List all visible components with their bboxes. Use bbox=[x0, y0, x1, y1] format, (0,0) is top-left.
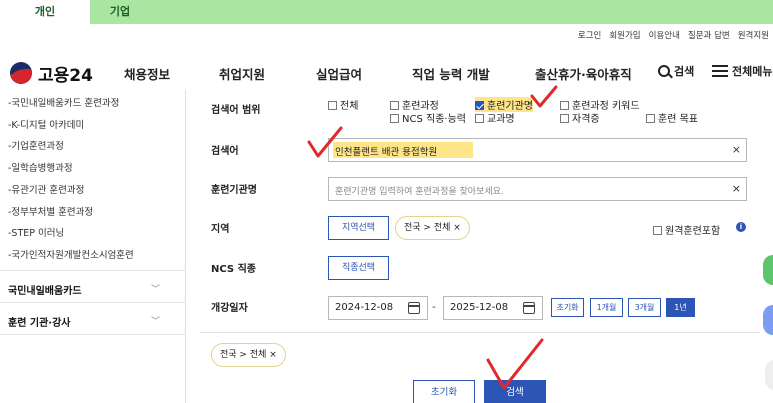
sidebar-item[interactable]: -정부부처별 훈련과정 bbox=[8, 204, 93, 218]
sidebar-section-card[interactable]: 국민내일배움카드 ﹀ bbox=[8, 282, 160, 297]
site-logo[interactable]: 고용24 bbox=[10, 60, 100, 86]
selected-condition-chip[interactable]: 전국 > 전체 × bbox=[211, 343, 286, 367]
logo-text: 고용24 bbox=[38, 66, 93, 86]
region-label: 지역 bbox=[211, 224, 230, 235]
checkbox-label: 원격훈련포함 bbox=[665, 226, 721, 237]
signup-link[interactable]: 회원가입 bbox=[609, 31, 640, 41]
checkbox[interactable] bbox=[390, 114, 399, 123]
checkbox-label: 자격증 bbox=[572, 114, 600, 125]
checkbox[interactable] bbox=[646, 114, 655, 123]
checkbox[interactable] bbox=[328, 101, 337, 110]
period-3month-button[interactable]: 3개월 bbox=[628, 298, 661, 317]
sidebar-item[interactable]: -일학습병행과정 bbox=[8, 160, 73, 174]
reset-button[interactable]: 초기화 bbox=[413, 380, 475, 403]
checkbox[interactable] bbox=[560, 114, 569, 123]
checkbox-label: 교과명 bbox=[487, 114, 515, 125]
period-1year-button[interactable]: 1년 bbox=[666, 298, 695, 317]
sidebar-section-label: 훈련 기관·강사 bbox=[8, 318, 71, 329]
start-date-value: 2024-12-08 bbox=[335, 302, 394, 313]
sidebar-section-label: 국민내일배움카드 bbox=[8, 286, 82, 297]
floating-widget[interactable] bbox=[763, 255, 773, 285]
scope-label: 검색어 범위 bbox=[211, 105, 261, 116]
floating-widget[interactable] bbox=[763, 305, 773, 335]
date-separator: - bbox=[432, 300, 436, 313]
checkbox[interactable] bbox=[475, 114, 484, 123]
remote-training-option[interactable]: 원격훈련포함 bbox=[653, 222, 720, 237]
sidebar-item[interactable]: -유관기관 훈련과정 bbox=[8, 182, 84, 196]
sidebar-item[interactable]: -국가인적자원개발컨소시엄훈련 bbox=[8, 247, 134, 261]
calendar-icon[interactable] bbox=[523, 302, 535, 314]
calendar-icon[interactable] bbox=[408, 302, 420, 314]
nav-unemployment-benefit[interactable]: 실업급여 bbox=[316, 64, 362, 83]
nav-skills-development[interactable]: 직업 능력 개발 bbox=[412, 64, 490, 83]
keyword-value: 인천플랜트 배관 용접학원 bbox=[335, 147, 438, 158]
sidebar-divider bbox=[0, 302, 186, 303]
search-button[interactable]: 검색 bbox=[484, 380, 546, 403]
institution-input[interactable]: 훈련기관명 입력하여 훈련과정을 찾아보세요. × bbox=[328, 177, 747, 201]
account-type-bar: 개인 기업 bbox=[0, 0, 773, 24]
header-search-label: 검색 bbox=[674, 65, 695, 78]
institution-label: 훈련기관명 bbox=[211, 185, 257, 196]
remote-support-link[interactable]: 원격지원 bbox=[738, 31, 769, 41]
region-select-button[interactable]: 지역선택 bbox=[328, 216, 389, 240]
clear-icon[interactable]: × bbox=[732, 182, 741, 195]
nav-employment-support[interactable]: 취업지원 bbox=[219, 64, 265, 83]
checkbox[interactable] bbox=[653, 226, 662, 235]
sidebar-section-institution[interactable]: 훈련 기관·강사 ﹀ bbox=[8, 314, 160, 329]
scope-option-subject[interactable]: 교과명 bbox=[475, 110, 515, 125]
login-link[interactable]: 로그인 bbox=[578, 31, 601, 41]
sidebar-item[interactable]: -K-디지털 아카데미 bbox=[8, 117, 84, 131]
nav-jobs[interactable]: 채용정보 bbox=[124, 64, 170, 83]
chevron-down-icon: ﹀ bbox=[150, 317, 160, 327]
keyword-label: 검색어 bbox=[211, 146, 239, 157]
qna-link[interactable]: 질문과 답변 bbox=[688, 31, 730, 41]
start-date-input[interactable]: 2024-12-08 bbox=[328, 296, 428, 320]
scope-option-ncs[interactable]: NCS 직종·능력 bbox=[390, 110, 466, 125]
nav-parental-leave[interactable]: 출산휴가·육아휴직 bbox=[535, 64, 632, 83]
form-divider bbox=[200, 332, 760, 333]
ncs-select-button[interactable]: 직종선택 bbox=[328, 256, 389, 280]
utility-links: 로그인 회원가입 이용안내 질문과 답변 원격지원 bbox=[570, 29, 769, 41]
sidebar-divider bbox=[0, 270, 186, 271]
search-icon bbox=[658, 65, 670, 77]
checkbox[interactable] bbox=[560, 101, 569, 110]
scope-option-goal[interactable]: 훈련 목표 bbox=[646, 110, 698, 125]
logo-mark-icon bbox=[10, 62, 32, 84]
checkbox-checked[interactable] bbox=[475, 101, 484, 110]
scope-option-certificate[interactable]: 자격증 bbox=[560, 110, 600, 125]
hamburger-icon bbox=[712, 65, 728, 77]
info-icon[interactable]: i bbox=[736, 222, 746, 232]
checkbox-label: NCS 직종·능력 bbox=[402, 114, 466, 125]
ncs-label: NCS 직종 bbox=[211, 264, 256, 275]
end-date-value: 2025-12-08 bbox=[450, 302, 509, 313]
clear-icon[interactable]: × bbox=[732, 143, 741, 156]
floating-widget[interactable] bbox=[765, 360, 773, 390]
header-search-button[interactable]: 검색 bbox=[658, 63, 694, 79]
end-date-input[interactable]: 2025-12-08 bbox=[443, 296, 543, 320]
checkbox-label: 전체 bbox=[340, 101, 359, 112]
region-chip[interactable]: 전국 > 전체 × bbox=[395, 216, 470, 240]
checkbox-label: 훈련 목표 bbox=[658, 114, 698, 125]
chevron-down-icon: ﹀ bbox=[150, 285, 160, 295]
annotation-check-icon bbox=[530, 85, 558, 108]
institution-placeholder: 훈련기관명 입력하여 훈련과정을 찾아보세요. bbox=[335, 187, 504, 197]
header-menu-button[interactable]: 전체메뉴 bbox=[712, 63, 772, 79]
checkbox[interactable] bbox=[390, 101, 399, 110]
date-label: 개강일자 bbox=[211, 303, 248, 314]
period-reset-button[interactable]: 초기화 bbox=[551, 298, 584, 317]
sidebar-item[interactable]: -기업훈련과정 bbox=[8, 138, 64, 152]
sidebar-item[interactable]: -STEP 이러닝 bbox=[8, 225, 64, 239]
guide-link[interactable]: 이용안내 bbox=[649, 31, 680, 41]
sidebar-divider bbox=[0, 334, 186, 335]
tab-corporate[interactable]: 기업 bbox=[90, 0, 150, 24]
tab-personal[interactable]: 개인 bbox=[0, 0, 90, 24]
period-1month-button[interactable]: 1개월 bbox=[590, 298, 623, 317]
sidebar: -국민내일배움카드 훈련과정 -K-디지털 아카데미 -기업훈련과정 -일학습병… bbox=[0, 90, 186, 403]
scope-option-all[interactable]: 전체 bbox=[328, 97, 358, 112]
sidebar-item[interactable]: -국민내일배움카드 훈련과정 bbox=[8, 95, 119, 109]
keyword-input[interactable]: 인천플랜트 배관 용접학원 × bbox=[328, 138, 747, 162]
header-menu-label: 전체메뉴 bbox=[732, 65, 773, 78]
